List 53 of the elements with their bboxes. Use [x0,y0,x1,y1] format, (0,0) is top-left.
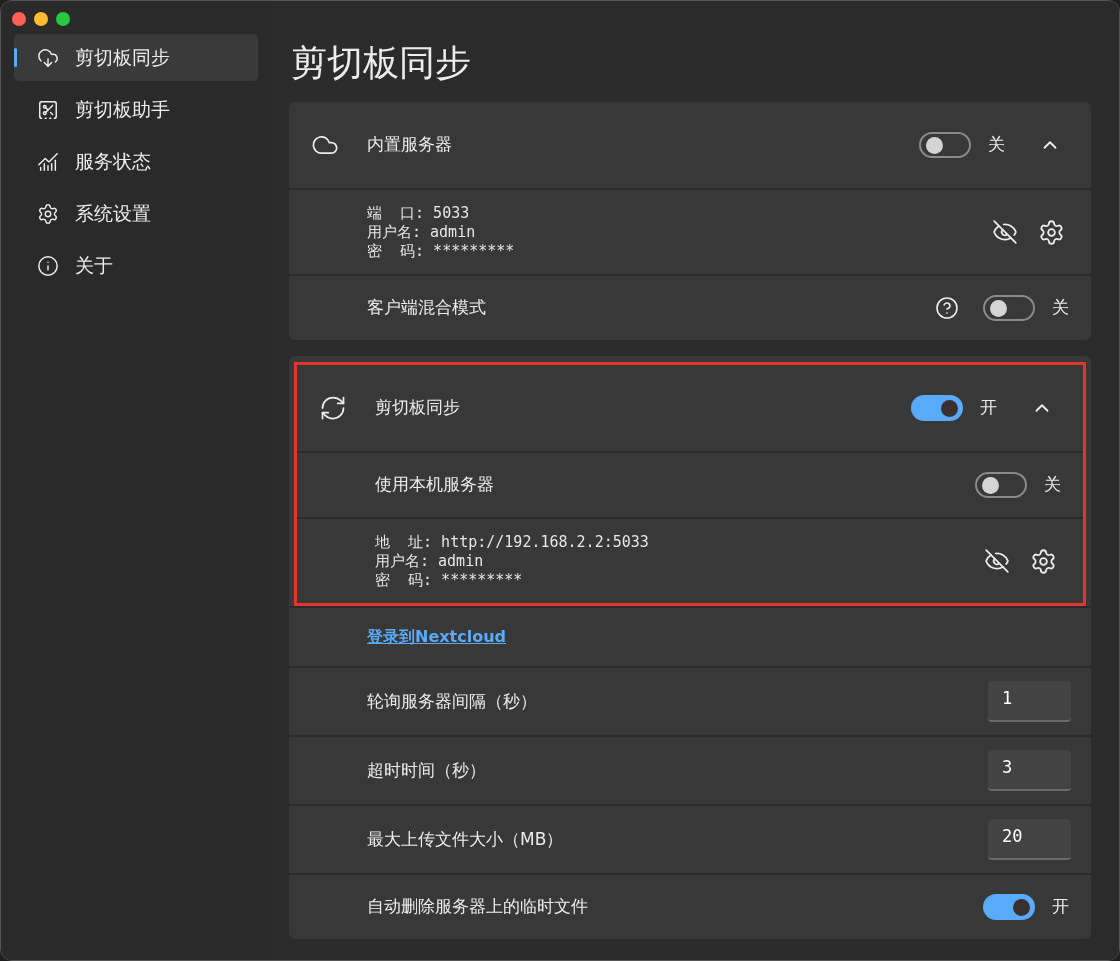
sidebar-label: 系统设置 [75,201,151,227]
toggle-state-label: 关 [1044,473,1061,497]
setting-label: 客户端混合模式 [367,296,487,320]
setting-label: 最大上传文件大小（MB） [367,827,565,851]
sidebar-item[interactable]: 剪切板同步 [14,34,258,81]
toggle-switch[interactable] [975,472,1027,498]
section-title: 内置服务器 [367,133,453,157]
chart-icon [37,150,59,173]
sidebar-item[interactable]: 系统设置 [14,190,258,237]
setting-label: 超时时间（秒） [367,758,487,782]
sidebar-item[interactable]: 剪切板助手 [14,86,258,133]
settings-button[interactable] [1030,547,1057,575]
toggle-switch[interactable] [983,295,1035,321]
setting-label: 轮询服务器间隔（秒） [367,689,538,713]
info-icon [37,254,59,277]
info-line: 用户名: admin [375,551,485,571]
info-line: 密 码: ********* [375,570,524,590]
sidebar-item[interactable]: 服务状态 [14,138,258,185]
toggle-switch[interactable] [983,894,1035,920]
scissors-icon [37,98,59,121]
info-line: 密 码: ********* [367,241,516,261]
number-field[interactable]: 3 [988,750,1071,791]
settings-button[interactable] [1038,218,1065,246]
hide-password-button[interactable] [992,219,1018,245]
window-control[interactable] [12,12,26,26]
settings-icon [37,202,59,225]
setting-label: 自动删除服务器上的临时文件 [367,895,589,919]
toggle-state-label: 开 [980,396,997,420]
toggle-switch[interactable] [919,132,971,158]
toggle-state-label: 关 [988,133,1005,157]
nextcloud-login-link[interactable]: 登录到Nextcloud [367,625,506,649]
help-button[interactable] [935,296,959,320]
info-line: 端 口: 5033 [367,203,471,223]
toggle-state-label: 关 [1052,296,1069,320]
cloud-download-icon [37,46,59,69]
info-line: 用户名: admin [367,222,477,242]
number-field[interactable]: 20 [988,819,1071,860]
hide-password-button[interactable] [984,548,1010,574]
number-field[interactable]: 1 [988,681,1071,722]
sidebar-label: 服务状态 [75,149,151,175]
window-control[interactable] [56,12,70,26]
toggle-switch[interactable] [911,395,963,421]
window-control[interactable] [34,12,48,26]
sync-icon [319,394,347,422]
sidebar-label: 剪切板助手 [75,97,170,123]
setting-label: 使用本机服务器 [375,473,495,497]
section-title: 剪切板同步 [375,396,461,420]
sidebar-label: 关于 [75,253,113,279]
page-title: 剪切板同步 [290,40,471,85]
info-line: 地 址: http://192.168.2.2:5033 [375,532,650,552]
toggle-state-label: 开 [1052,895,1069,919]
sidebar-label: 剪切板同步 [75,45,170,71]
sidebar-item[interactable]: 关于 [14,242,258,289]
